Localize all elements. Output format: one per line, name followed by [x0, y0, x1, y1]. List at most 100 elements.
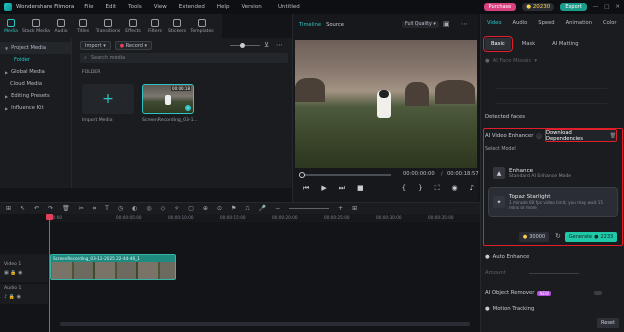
play-icon[interactable]: ▶	[321, 184, 326, 193]
tab-timeline-preview[interactable]: Timeline	[299, 22, 321, 28]
menu-version[interactable]: Version	[241, 4, 261, 10]
generate-button[interactable]: Generate ● 2233	[565, 232, 617, 242]
menu-view[interactable]: View	[154, 4, 167, 10]
search-input[interactable]: ⌕ Search media	[80, 53, 288, 63]
tab-audio[interactable]: Audio	[50, 14, 72, 38]
more-icon[interactable]: ⋯	[276, 41, 283, 49]
sidebar-item-influence-kit[interactable]: ▶ Influence Kit	[0, 102, 71, 114]
tab-templates[interactable]: Templates	[188, 14, 216, 38]
color-icon[interactable]: ◐	[132, 205, 137, 212]
tab-stock-media[interactable]: Stock Media	[22, 14, 50, 38]
auto-enhance-toggle[interactable]: ●	[485, 254, 490, 260]
crop-icon[interactable]: ⌗	[93, 205, 96, 213]
close-icon[interactable]: ✕	[615, 4, 620, 10]
minimize-icon[interactable]: —	[593, 4, 599, 10]
snapshot-icon[interactable]: ▣	[443, 20, 450, 28]
menu-help[interactable]: Help	[217, 4, 230, 10]
motion-tracking-toggle[interactable]: ●	[485, 306, 490, 312]
thumbnail-size-slider[interactable]	[230, 43, 260, 48]
select-tool-icon[interactable]: ↖	[20, 205, 25, 212]
import-button[interactable]: Import ▾	[80, 41, 111, 50]
timeline-ruler[interactable]: 00:00 00:00:05:00 00:00:10:00 00:00:15:0…	[48, 214, 480, 222]
previous-frame-icon[interactable]: ⏮	[303, 184, 309, 193]
marker-icon[interactable]: ⚑	[231, 205, 236, 212]
next-frame-icon[interactable]: ⏭	[339, 184, 345, 193]
stop-icon[interactable]: ■	[357, 184, 364, 193]
tab-animation[interactable]: Animation	[566, 20, 592, 26]
ai-tools-icon[interactable]: ✧	[174, 205, 179, 212]
menu-edit[interactable]: Edit	[106, 4, 117, 10]
crop-frame-icon[interactable]: ▢	[188, 205, 194, 212]
cut-icon[interactable]: ✂	[79, 205, 84, 212]
subtab-basic[interactable]: Basic	[483, 36, 513, 52]
menu-tools[interactable]: Tools	[128, 4, 142, 10]
timeline-playhead[interactable]	[46, 214, 53, 332]
amount-slider[interactable]	[528, 272, 579, 274]
delete-icon[interactable]: 🗑	[62, 205, 70, 212]
playback-scrubber[interactable]	[299, 171, 391, 178]
tab-media[interactable]: Media	[0, 14, 22, 38]
refresh-icon[interactable]: ↻	[555, 232, 561, 240]
sidebar-item-project-media[interactable]: ▼ Project Media	[0, 42, 71, 54]
lock-icon[interactable]: 🔒	[9, 294, 15, 300]
filter-icon[interactable]: ⊻	[264, 41, 269, 49]
ai-face-mosaic-toggle[interactable]: ●	[485, 58, 490, 64]
sidebar-item-editing-presets[interactable]: ▶ Editing Presets	[0, 90, 71, 102]
tab-color[interactable]: Color	[603, 20, 617, 26]
undo-icon[interactable]: ↶	[34, 205, 39, 212]
purchase-button[interactable]: Purchase	[483, 3, 517, 11]
layout-icon[interactable]: ⊞	[6, 205, 11, 212]
zoom-in-icon[interactable]: +	[338, 205, 343, 212]
redo-icon[interactable]: ↷	[48, 205, 53, 212]
tab-speed[interactable]: Speed	[538, 20, 554, 26]
fullscreen-icon[interactable]: ⛶	[435, 184, 440, 193]
more-icon[interactable]: ⋯	[461, 20, 468, 28]
model-option-topaz-starlight[interactable]: ✦ Topaz Starlight 1 minute 60 fps video l…	[488, 187, 618, 217]
tab-source-preview[interactable]: Source	[326, 22, 344, 28]
lock-icon[interactable]: 🔒	[10, 270, 16, 276]
maximize-icon[interactable]: □	[604, 4, 609, 10]
reset-button[interactable]: Reset	[597, 318, 619, 328]
mark-in-icon[interactable]: {	[402, 184, 406, 193]
tab-audio-props[interactable]: Audio	[513, 20, 528, 26]
tab-filters[interactable]: Filters	[144, 14, 166, 38]
menu-extended[interactable]: Extended	[179, 4, 205, 10]
subtab-ai-matting[interactable]: AI Matting	[546, 38, 584, 50]
timeline-video-clip[interactable]: ScreenRecording_03-12-2025 22-44-46_1	[50, 254, 176, 280]
model-option-enhance[interactable]: ▲ Enhance Standard AI Enhance Mode	[489, 162, 617, 184]
mark-out-icon[interactable]: }	[418, 184, 422, 193]
credits-badge[interactable]: ● 20230	[522, 3, 555, 11]
tab-video[interactable]: Video	[487, 20, 502, 26]
record-button[interactable]: ● Record ▾	[114, 41, 153, 50]
menu-file[interactable]: File	[84, 4, 93, 10]
camera-icon[interactable]: ◉	[451, 184, 457, 193]
timeline-scrollbar[interactable]	[60, 322, 470, 326]
ai-object-remover-toggle[interactable]	[593, 291, 602, 295]
keyframe-icon[interactable]: ◇	[161, 205, 166, 212]
text-icon[interactable]: T	[105, 205, 109, 212]
tab-stickers[interactable]: Stickers	[166, 14, 188, 38]
tab-transitions[interactable]: Transitions	[94, 14, 122, 38]
grid-icon[interactable]: ⊞	[352, 205, 357, 212]
import-media-tile[interactable]: +	[82, 84, 134, 114]
timeline-zoom-slider[interactable]	[289, 208, 330, 209]
subtab-mask[interactable]: Mask	[516, 38, 541, 50]
sidebar-item-cloud-media[interactable]: Cloud Media	[0, 78, 71, 90]
stabilize-icon[interactable]: ⊕	[203, 205, 208, 212]
mic-icon[interactable]: 🎤	[259, 205, 266, 212]
export-button[interactable]: Export	[560, 3, 587, 11]
snap-icon[interactable]: ⎍	[245, 205, 249, 213]
sidebar-item-global-media[interactable]: ▶ Global Media	[0, 66, 71, 78]
volume-icon[interactable]: ♪	[470, 184, 474, 193]
eye-icon[interactable]: ◉	[18, 270, 22, 276]
chevron-down-icon[interactable]: ▾	[534, 58, 537, 64]
speed-icon[interactable]: ◷	[118, 205, 123, 212]
render-icon[interactable]: ⊙	[217, 205, 222, 212]
mask-icon[interactable]: ◎	[146, 205, 151, 212]
zoom-out-icon[interactable]: −	[275, 205, 280, 212]
volume-icon[interactable]: ◉	[17, 294, 21, 300]
download-dependencies-button[interactable]: Download Dependencies 🗑	[545, 129, 617, 142]
tab-effects[interactable]: Effects	[122, 14, 144, 38]
tab-titles[interactable]: Titles	[72, 14, 94, 38]
quality-dropdown[interactable]: Full Quality ▾	[402, 21, 439, 28]
